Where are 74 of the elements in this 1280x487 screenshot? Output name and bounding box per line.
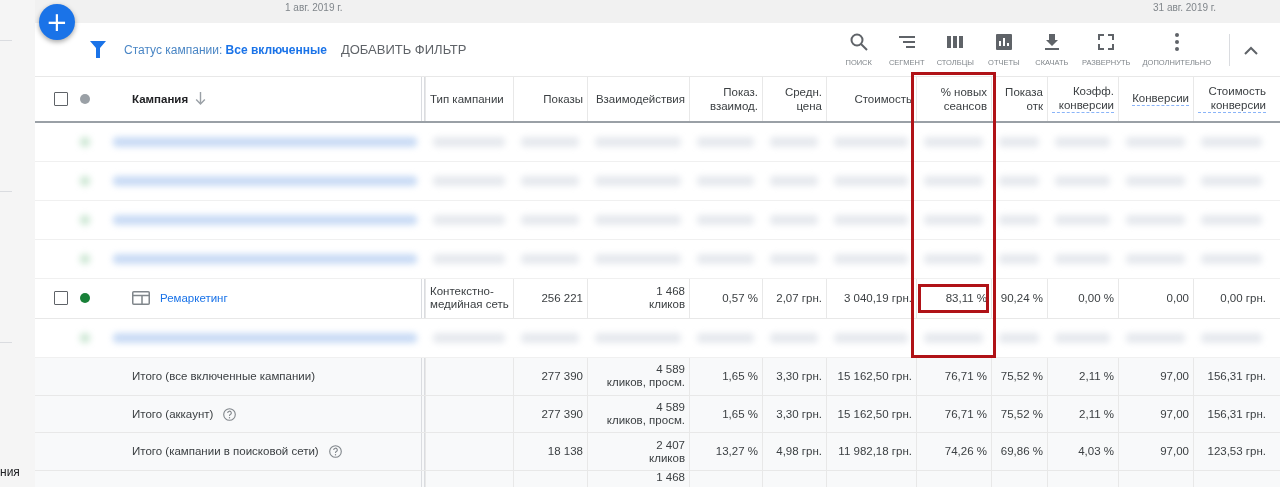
column-header[interactable]: Стоимость [826,76,916,121]
table-cell: 3,30 грн. [776,369,822,383]
table-cell: 277 390 [541,369,583,383]
table-cell: 2,11 % [1079,369,1114,383]
table-cell: 277 390 [541,407,583,421]
table-cell: 0,00 [1166,291,1189,305]
table-cell: 0,00 грн. [1220,291,1266,305]
table-cell: 74,26 % [944,445,987,459]
help-icon[interactable] [328,445,342,459]
filter-chip[interactable]: Статус кампании: Все включенные [124,42,327,57]
column-header[interactable]: % новых сеансов [916,76,991,121]
table-cell: 4,98 грн. [776,445,822,459]
table-cell: 1,65 % [722,407,758,421]
table-cell: 3 040,19 грн. [843,291,912,305]
table-cell: 83,11 % [945,291,987,305]
help-icon[interactable] [223,407,237,421]
column-header[interactable]: Средн. цена [762,76,826,121]
table-cell: 97,00 [1160,445,1189,459]
table-cell: 75,52 % [1000,369,1043,383]
status-dot [80,93,90,104]
total-label: Итого (все включенные кампании) [132,369,316,383]
checkbox[interactable] [53,91,68,106]
fullscreen-icon[interactable] [1096,32,1117,53]
sidebar-text: ния [0,465,21,481]
sort-arrow-icon[interactable] [194,92,208,106]
column-header[interactable]: Взаимодействия [587,76,689,121]
filter-icon[interactable] [90,41,106,59]
table-cell: 4,03 % [1078,445,1114,459]
table-cell: 75,52 % [1000,407,1043,421]
search-icon[interactable] [848,32,869,53]
table-cell: 76,71 % [944,407,987,421]
date-label: 31 авг. 2019 г. [1153,1,1216,13]
table-cell: 1 468 кликов [649,285,685,312]
table-cell: 2 407 кликов [649,438,685,465]
table-cell: Контекстно-медийная сеть [430,285,509,312]
table-cell: 76,71 % [944,369,987,383]
table-cell: 1,65 % [722,369,758,383]
table-cell: 4 589 кликов, просм. [606,401,685,427]
column-header[interactable]: Коэфф. конверсии [1047,76,1118,121]
table-cell: 69,86 % [1000,445,1043,459]
bar-chart-icon[interactable] [993,32,1014,53]
table-cell: 0,00 % [1078,291,1114,305]
table-cell: 13,27 % [715,445,758,459]
table-cell: 11 982,18 грн. [838,445,912,459]
table-cell: 256 221 [541,291,583,305]
display-ad-icon [132,291,150,306]
column-header[interactable]: Показ. взаимод. [689,76,762,121]
column-header[interactable]: Показа отк [991,76,1047,121]
table-cell: 90,24 % [1000,291,1043,305]
campaign-link[interactable]: Ремаркетинг [160,291,228,305]
table-cell: 97,00 [1160,369,1189,383]
column-header[interactable]: Показы [513,76,587,121]
column-header[interactable]: Конверсии [1118,76,1193,121]
date-label: 1 авг. 2019 г. [285,1,343,13]
table-cell: 2,11 % [1079,407,1114,421]
table-cell: 18 138 [547,445,583,459]
total-label: Итого (аккаунт) [132,407,214,421]
table-cell: 123,53 грн. [1207,445,1266,459]
column-header[interactable]: Стоимость конверсии [1193,76,1270,121]
collapse-icon[interactable] [1244,44,1258,55]
checkbox[interactable] [53,291,68,306]
table-cell: 97,00 [1160,407,1189,421]
add-filter-button[interactable]: ДОБАВИТЬ ФИЛЬТР [340,42,467,58]
table-cell: 1 468 [656,471,685,485]
table-cell: 156,31 грн. [1207,407,1266,421]
table-cell: 15 162,50 грн. [837,407,912,421]
table-cell: 4 589 кликов, просм. [606,363,685,390]
column-header[interactable]: Тип кампании [425,76,513,121]
table-cell: 156,31 грн. [1207,369,1266,383]
total-label: Итого (кампании в поисковой сети) [132,445,319,459]
table-cell: 2,07 грн. [776,291,822,305]
table-cell: 0,57 % [722,291,758,305]
table-cell: 3,30 грн. [776,407,822,421]
table-cell: 15 162,50 грн. [837,369,912,383]
